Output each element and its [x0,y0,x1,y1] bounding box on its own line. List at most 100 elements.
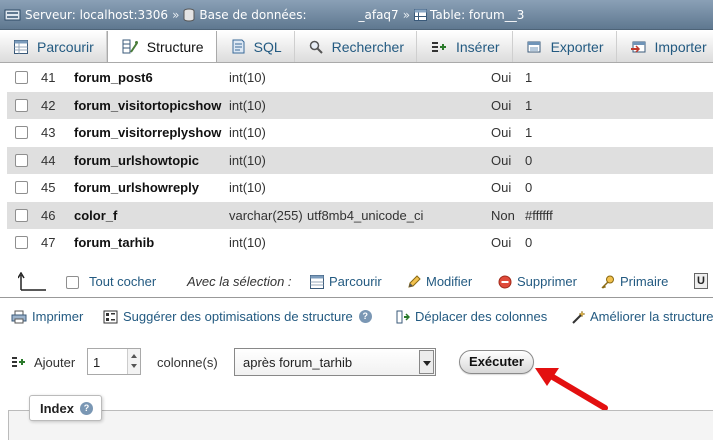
divider [0,297,713,298]
row-checkbox[interactable] [15,209,28,222]
index-legend: Index ? [29,395,102,421]
move-columns-link[interactable]: Déplacer des colonnes [396,309,547,324]
row-number: 43 [41,125,55,140]
execute-button[interactable]: Exécuter [459,350,534,374]
tab-search[interactable]: Rechercher [295,31,417,62]
structure-table: 41 forum_post6 int(10) Oui 1 42 forum_vi… [7,64,713,257]
row-checkbox[interactable] [15,181,28,194]
breadcrumb-separator: » [403,8,410,22]
breadcrumb-database[interactable]: Base de données: _afaq7 [183,8,398,22]
suggest-optimizations-label: Suggérer des optimisations de structure [123,309,353,324]
breadcrumb-table[interactable]: Table: forum__3 [414,8,524,22]
tab-import[interactable]: Importer [617,31,713,62]
index-fieldset [8,410,713,440]
check-all-checkbox[interactable] [66,276,79,289]
stepper-buttons[interactable] [127,349,140,374]
check-all-link[interactable]: Tout cocher [89,274,156,289]
selection-browse-label: Parcourir [329,274,382,289]
row-number: 47 [41,235,55,250]
tab-export[interactable]: Exporter [513,31,617,62]
optimize-icon [103,310,118,324]
column-position-value: après forum_tarhib [243,355,352,370]
export-icon [527,40,542,54]
column-name: color_f [74,208,117,223]
pencil-icon [407,275,421,289]
column-count-stepper[interactable]: 1 [87,348,141,375]
selection-browse-button[interactable]: Parcourir [310,274,382,289]
column-type: int(10) [229,153,266,168]
print-link[interactable]: Imprimer [11,309,83,324]
row-checkbox[interactable] [15,99,28,112]
tab-search-label: Rechercher [332,39,404,55]
row-number: 46 [41,208,55,223]
tab-import-label: Importer [655,39,707,55]
selection-primary-label: Primaire [620,274,668,289]
selection-bar: Tout cocher Avec la sélection : Parcouri… [0,268,713,296]
tab-browse-label: Parcourir [37,39,94,55]
column-name: forum_post6 [74,70,153,85]
print-label: Imprimer [32,309,83,324]
suggest-optimizations-link[interactable]: Suggérer des optimisations de structure … [103,309,372,324]
selection-primary-button[interactable]: Primaire [600,274,668,289]
sql-icon [231,39,245,54]
table-row: 41 forum_post6 int(10) Oui 1 [7,64,713,92]
row-number: 45 [41,180,55,195]
import-icon [631,40,646,54]
with-selection-label: Avec la sélection : [187,274,292,289]
tab-structure-label: Structure [147,39,204,55]
red-arrow-annotation [533,364,609,414]
column-default: 1 [525,98,532,113]
server-icon [4,8,22,22]
delete-icon [498,275,512,289]
column-collation: utf8mb4_unicode_ci [307,208,423,223]
column-position-select[interactable]: après forum_tarhib [234,348,436,376]
print-icon [11,310,27,324]
tab-insert-label: Insérer [456,39,500,55]
tab-browse[interactable]: Parcourir [0,31,107,62]
breadcrumb-database-label: Base de données: [199,8,306,22]
structure-icon [122,39,138,54]
column-type: int(10) [229,125,266,140]
column-name: forum_tarhib [74,235,154,250]
help-icon[interactable]: ? [80,402,93,415]
row-checkbox[interactable] [15,126,28,139]
column-type: varchar(255) [229,208,303,223]
selection-delete-button[interactable]: Supprimer [498,274,577,289]
tab-bar: Parcourir Structure SQL Rechercher [0,31,713,63]
table-row: 46 color_f varchar(255) utf8mb4_unicode_… [7,202,713,230]
row-checkbox[interactable] [15,154,28,167]
breadcrumb-server[interactable]: Serveur: localhost:3306 [4,8,168,22]
move-columns-label: Déplacer des colonnes [415,309,547,324]
row-number: 44 [41,153,55,168]
tab-structure[interactable]: Structure [107,31,217,62]
column-null: Oui [491,235,511,250]
columns-label: colonne(s) [157,355,218,370]
column-name: forum_visitortopicshow [74,98,221,113]
help-icon[interactable]: ? [359,310,372,323]
column-type: int(10) [229,180,266,195]
tab-insert[interactable]: Insérer [417,31,513,62]
insert-icon [431,40,447,54]
selection-delete-label: Supprimer [517,274,577,289]
column-null: Oui [491,98,511,113]
database-icon [183,8,195,22]
column-null: Non [491,208,515,223]
table-row: 43 forum_visitorreplyshow int(10) Oui 1 [7,119,713,147]
column-name: forum_visitorreplyshow [74,125,221,140]
column-default: 1 [525,125,532,140]
column-count-value: 1 [93,355,100,370]
add-column-icon [11,355,27,369]
row-checkbox[interactable] [15,236,28,249]
selection-unique-button[interactable]: U [694,273,708,289]
improve-structure-link[interactable]: Améliorer la structure [571,309,713,324]
browse-icon [310,275,324,289]
row-number: 42 [41,98,55,113]
column-type: int(10) [229,70,266,85]
chevron-down-icon[interactable] [419,350,434,374]
tab-sql[interactable]: SQL [217,31,295,62]
selection-modify-button[interactable]: Modifier [407,274,472,289]
column-default: 0 [525,235,532,250]
column-default: 0 [525,180,532,195]
tab-export-label: Exporter [551,39,604,55]
row-checkbox[interactable] [15,71,28,84]
